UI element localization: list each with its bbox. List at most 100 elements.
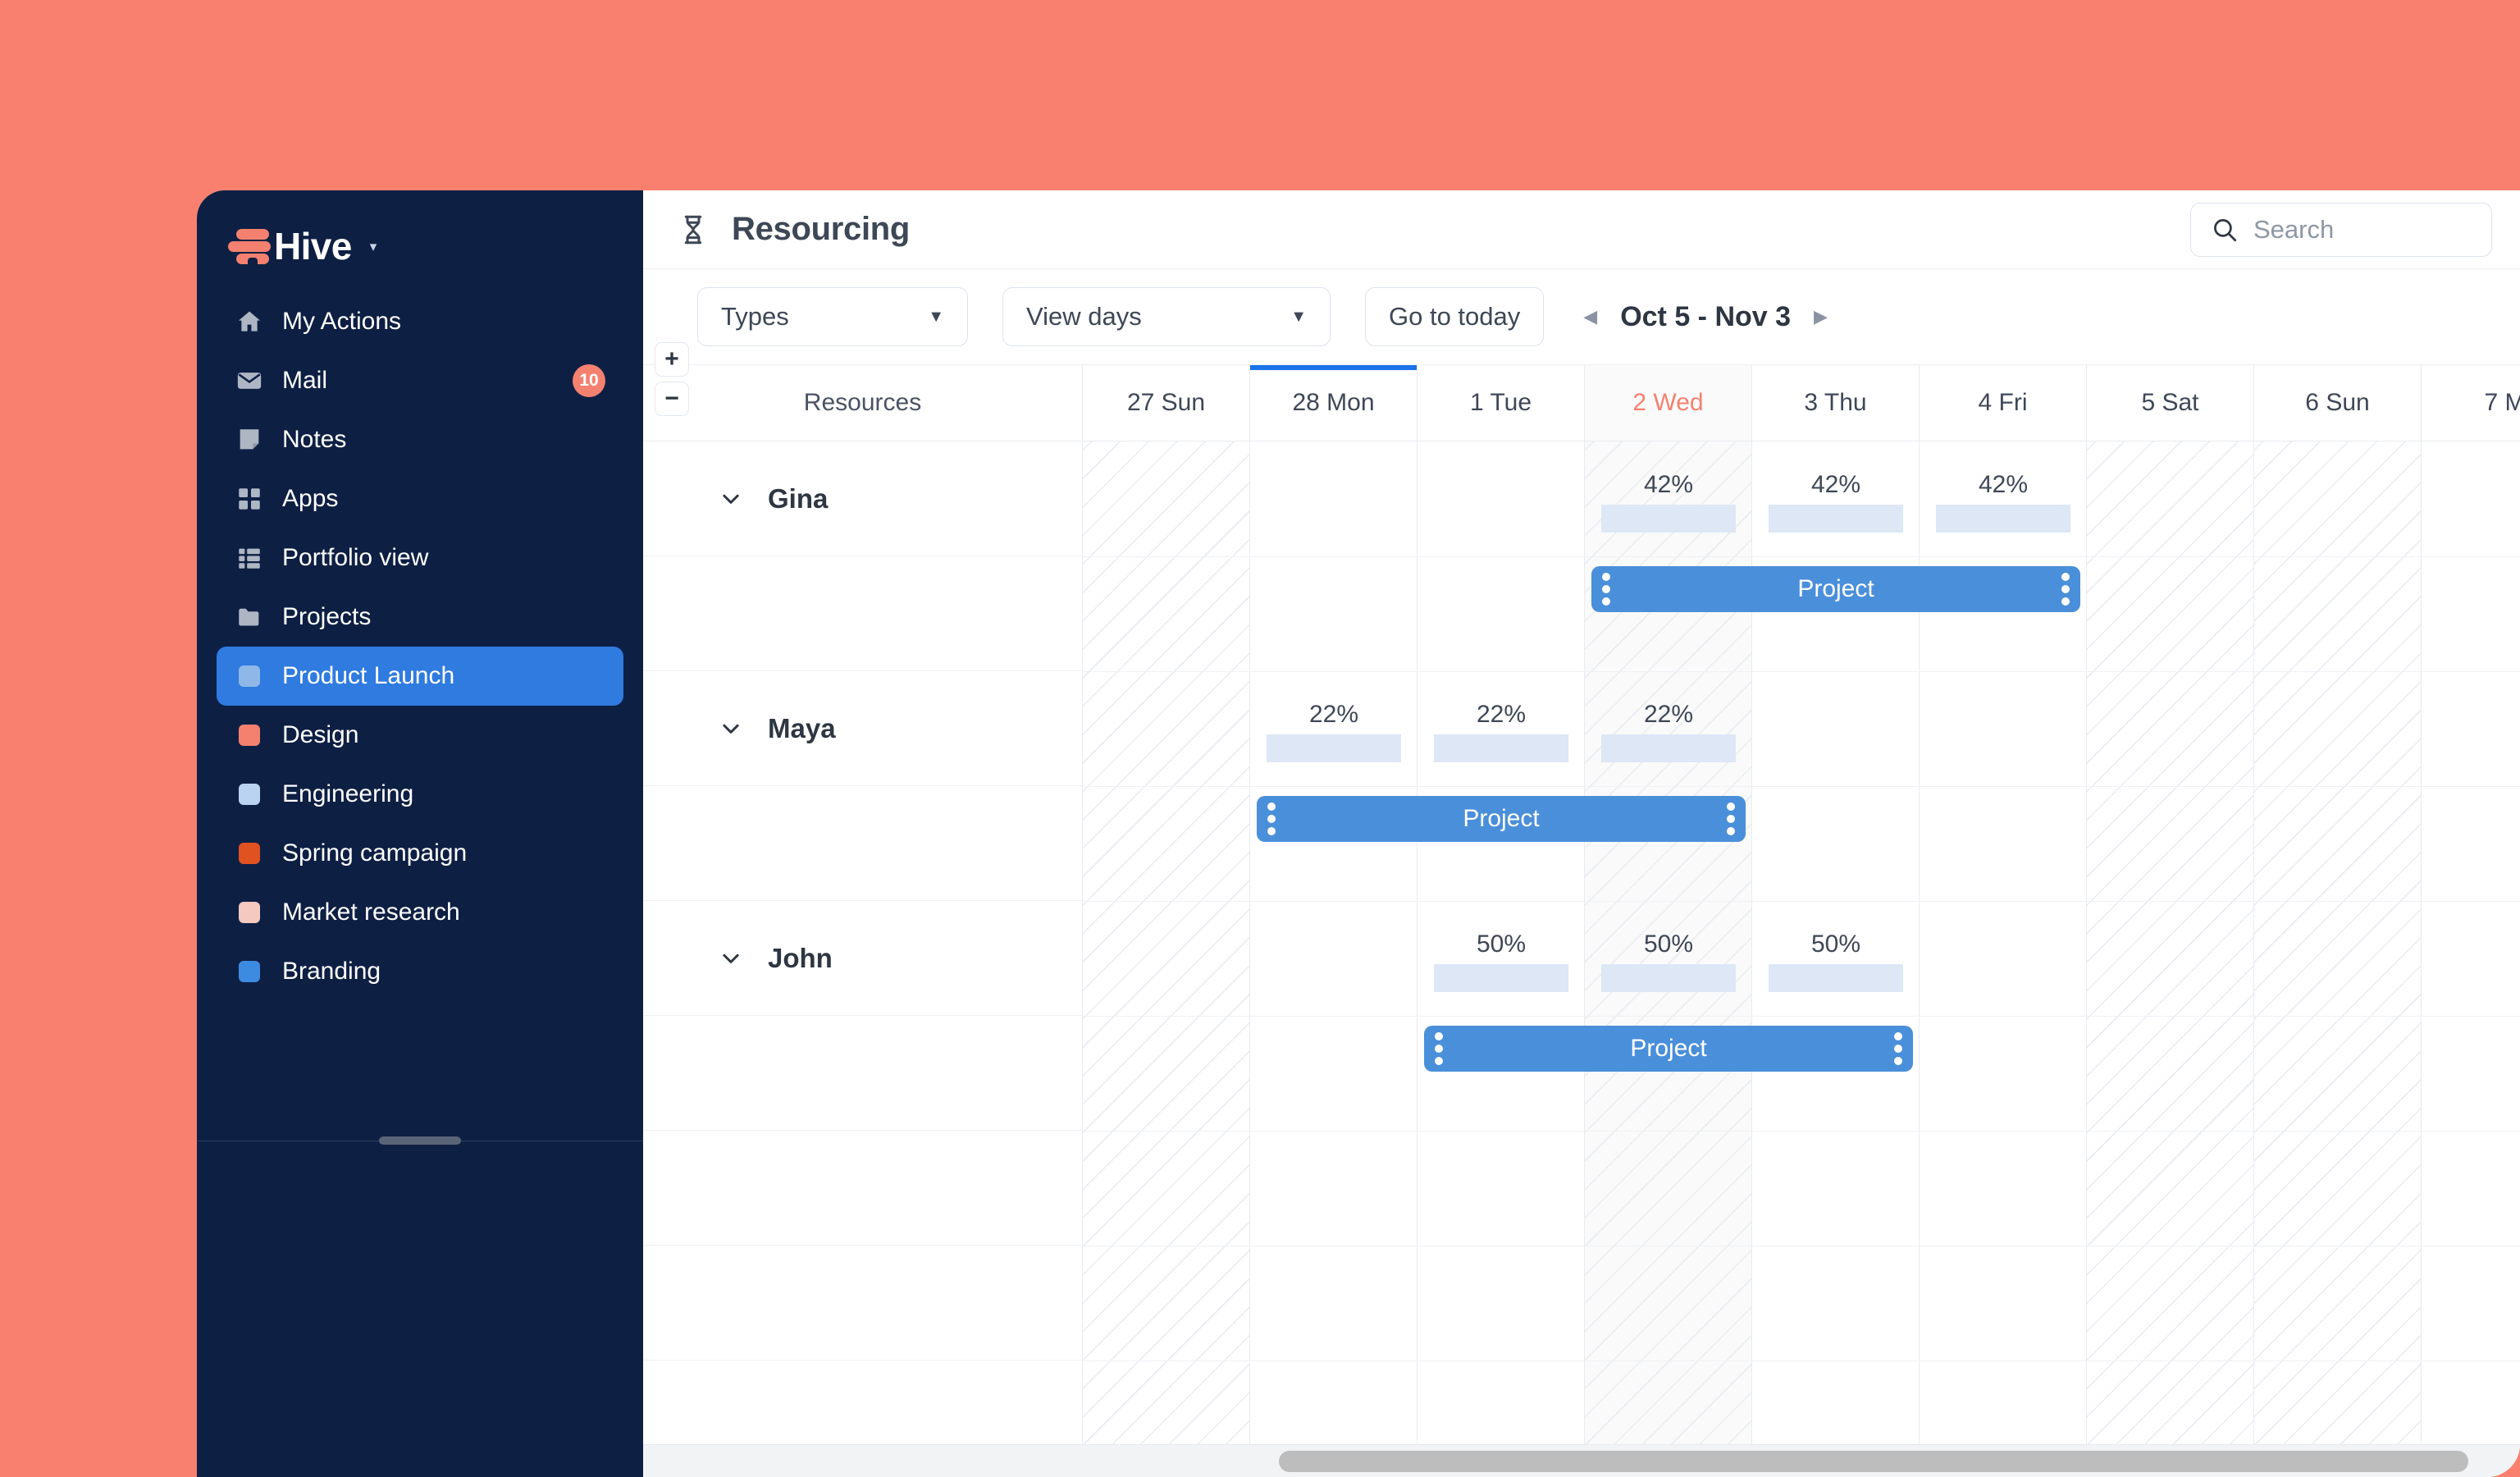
day-header[interactable]: 3 Thu: [1752, 365, 1920, 441]
resource-row[interactable]: Maya: [643, 671, 1082, 786]
sidebar-item-notes[interactable]: Notes: [217, 410, 623, 469]
allocation-percent: 22%: [1476, 701, 1527, 728]
chevron-down-icon[interactable]: ▾: [370, 240, 377, 254]
drag-handle-right-icon[interactable]: [1727, 803, 1735, 835]
zoom-in-button[interactable]: +: [655, 342, 689, 377]
allocation-percent: 42%: [1978, 471, 2029, 498]
lane-row-divider: [1083, 1360, 2520, 1361]
types-label: Types: [721, 302, 789, 331]
view-days-label: View days: [1026, 302, 1142, 331]
sidebar-item-design[interactable]: Design: [217, 706, 623, 765]
drag-handle-left-icon[interactable]: [1602, 573, 1610, 606]
capacity-allocation[interactable]: 50%: [1434, 931, 1568, 992]
chevron-down-icon[interactable]: [719, 487, 743, 511]
sidebar-item-mail[interactable]: Mail 10: [217, 351, 623, 410]
sidebar-item-label: Market research: [282, 899, 460, 926]
brand-row[interactable]: Hive ▾: [197, 208, 643, 284]
sidebar-item-spring-campaign[interactable]: Spring campaign: [217, 824, 623, 883]
day-header[interactable]: 4 Fri: [1920, 365, 2087, 441]
lane-row-divider: [1083, 786, 2520, 787]
allocation-percent: 50%: [1476, 931, 1527, 958]
resource-name: Gina: [768, 482, 829, 514]
sidebar-resize-handle[interactable]: [379, 1136, 461, 1145]
project-bar[interactable]: Project: [1591, 566, 2080, 612]
project-swatch-icon: [235, 839, 264, 868]
resource-row[interactable]: Gina: [643, 441, 1082, 556]
sidebar-item-projects[interactable]: Projects: [217, 588, 623, 647]
chevron-down-icon[interactable]: [719, 946, 743, 971]
chevron-down-icon[interactable]: [719, 716, 743, 741]
unread-count-badge: 10: [573, 364, 605, 397]
resourcing-grid: + − Resources 27 Sun 28 Mon 1 Tue 2 Wed 3 Th…: [643, 342, 2520, 1477]
sidebar-item-label: Portfolio view: [282, 544, 429, 571]
capacity-bar: [1769, 505, 1903, 533]
day-header[interactable]: 5 Sat: [2087, 365, 2254, 441]
sidebar-item-product-launch[interactable]: Product Launch: [217, 647, 623, 706]
capacity-allocation[interactable]: 22%: [1601, 701, 1736, 762]
sidebar-item-label: Design: [282, 721, 359, 748]
allocation-percent: 50%: [1810, 931, 1861, 958]
project-color-swatch: [239, 725, 260, 746]
resource-subrow: [643, 556, 1082, 671]
grid-body: Gina Maya John 42% 42% 42% Project 22% 22% 22% Pr…: [643, 441, 2520, 1477]
sidebar-item-branding[interactable]: Branding: [217, 942, 623, 1001]
resource-subrow: [643, 786, 1082, 901]
sidebar-item-apps[interactable]: Apps: [217, 469, 623, 528]
project-bar[interactable]: Project: [1424, 1026, 1913, 1072]
allocation-percent: 22%: [1308, 701, 1359, 728]
project-bar-label: Project: [1630, 1035, 1707, 1062]
sidebar-item-engineering[interactable]: Engineering: [217, 765, 623, 824]
sidebar-item-portfolio-view[interactable]: Portfolio view: [217, 528, 623, 588]
main-content: Resourcing Search Types ▼ View days ▼ Go: [643, 190, 2520, 1477]
resource-name: John: [768, 942, 833, 973]
sidebar-item-label: Spring campaign: [282, 839, 468, 867]
capacity-allocation[interactable]: 50%: [1769, 931, 1903, 992]
drag-handle-right-icon[interactable]: [2061, 573, 2070, 606]
day-header[interactable]: 1 Tue: [1418, 365, 1585, 441]
sidebar-item-label: Branding: [282, 958, 381, 985]
sidebar-item-my-actions[interactable]: My Actions: [217, 292, 623, 351]
drag-handle-left-icon[interactable]: [1435, 1032, 1443, 1065]
scrollbar-thumb[interactable]: [1279, 1451, 2468, 1472]
capacity-allocation[interactable]: 42%: [1601, 471, 1736, 533]
capacity-allocation[interactable]: 22%: [1267, 701, 1401, 762]
drag-handle-right-icon[interactable]: [1894, 1032, 1902, 1065]
day-header[interactable]: 27 Sun: [1083, 365, 1250, 441]
capacity-allocation[interactable]: 22%: [1434, 701, 1568, 762]
project-swatch-icon: [235, 661, 264, 691]
capacity-allocation[interactable]: 42%: [1936, 471, 2070, 533]
sidebar-item-label: My Actions: [282, 308, 402, 335]
date-navigation: ◀ Oct 5 - Nov 3 ▶: [1575, 301, 1836, 333]
grid-header-row: + − Resources 27 Sun 28 Mon 1 Tue 2 Wed 3 Th…: [643, 342, 2520, 441]
capacity-allocation[interactable]: 50%: [1601, 931, 1736, 992]
search-input[interactable]: Search: [2190, 202, 2492, 257]
capacity-bar: [1601, 964, 1736, 992]
day-header[interactable]: 28 Mon: [1250, 365, 1418, 441]
day-header[interactable]: 2 Wed: [1585, 365, 1752, 441]
app-window: Hive ▾ My Actions Mail 10 Notes Apps Portfoli…: [197, 190, 2520, 1477]
allocation-percent: 22%: [1643, 701, 1694, 728]
capacity-bar: [1434, 964, 1568, 992]
day-header[interactable]: 6 Sun: [2254, 365, 2422, 441]
empty-row: [643, 1131, 1082, 1246]
lane-row-divider: [1083, 671, 2520, 672]
capacity-allocation[interactable]: 42%: [1769, 471, 1903, 533]
project-color-swatch: [239, 665, 260, 687]
zoom-out-button[interactable]: −: [655, 382, 689, 416]
resource-row[interactable]: John: [643, 901, 1082, 1016]
horizontal-scrollbar[interactable]: [643, 1444, 2520, 1477]
view-days-dropdown[interactable]: View days ▼: [1002, 287, 1331, 346]
prev-period-button[interactable]: ◀: [1575, 306, 1605, 327]
types-dropdown[interactable]: Types ▼: [697, 287, 968, 346]
drag-handle-left-icon[interactable]: [1267, 803, 1276, 835]
sidebar-item-market-research[interactable]: Market research: [217, 883, 623, 942]
capacity-bar: [1267, 734, 1401, 762]
next-period-button[interactable]: ▶: [1806, 306, 1836, 327]
note-icon: [235, 425, 264, 455]
mail-icon: [235, 366, 264, 396]
go-to-today-button[interactable]: Go to today: [1365, 287, 1545, 346]
project-bar[interactable]: Project: [1257, 796, 1746, 842]
resources-column-header: + − Resources: [643, 342, 1083, 441]
day-header[interactable]: 7 M: [2422, 365, 2520, 441]
lane-row-divider: [1083, 556, 2520, 557]
